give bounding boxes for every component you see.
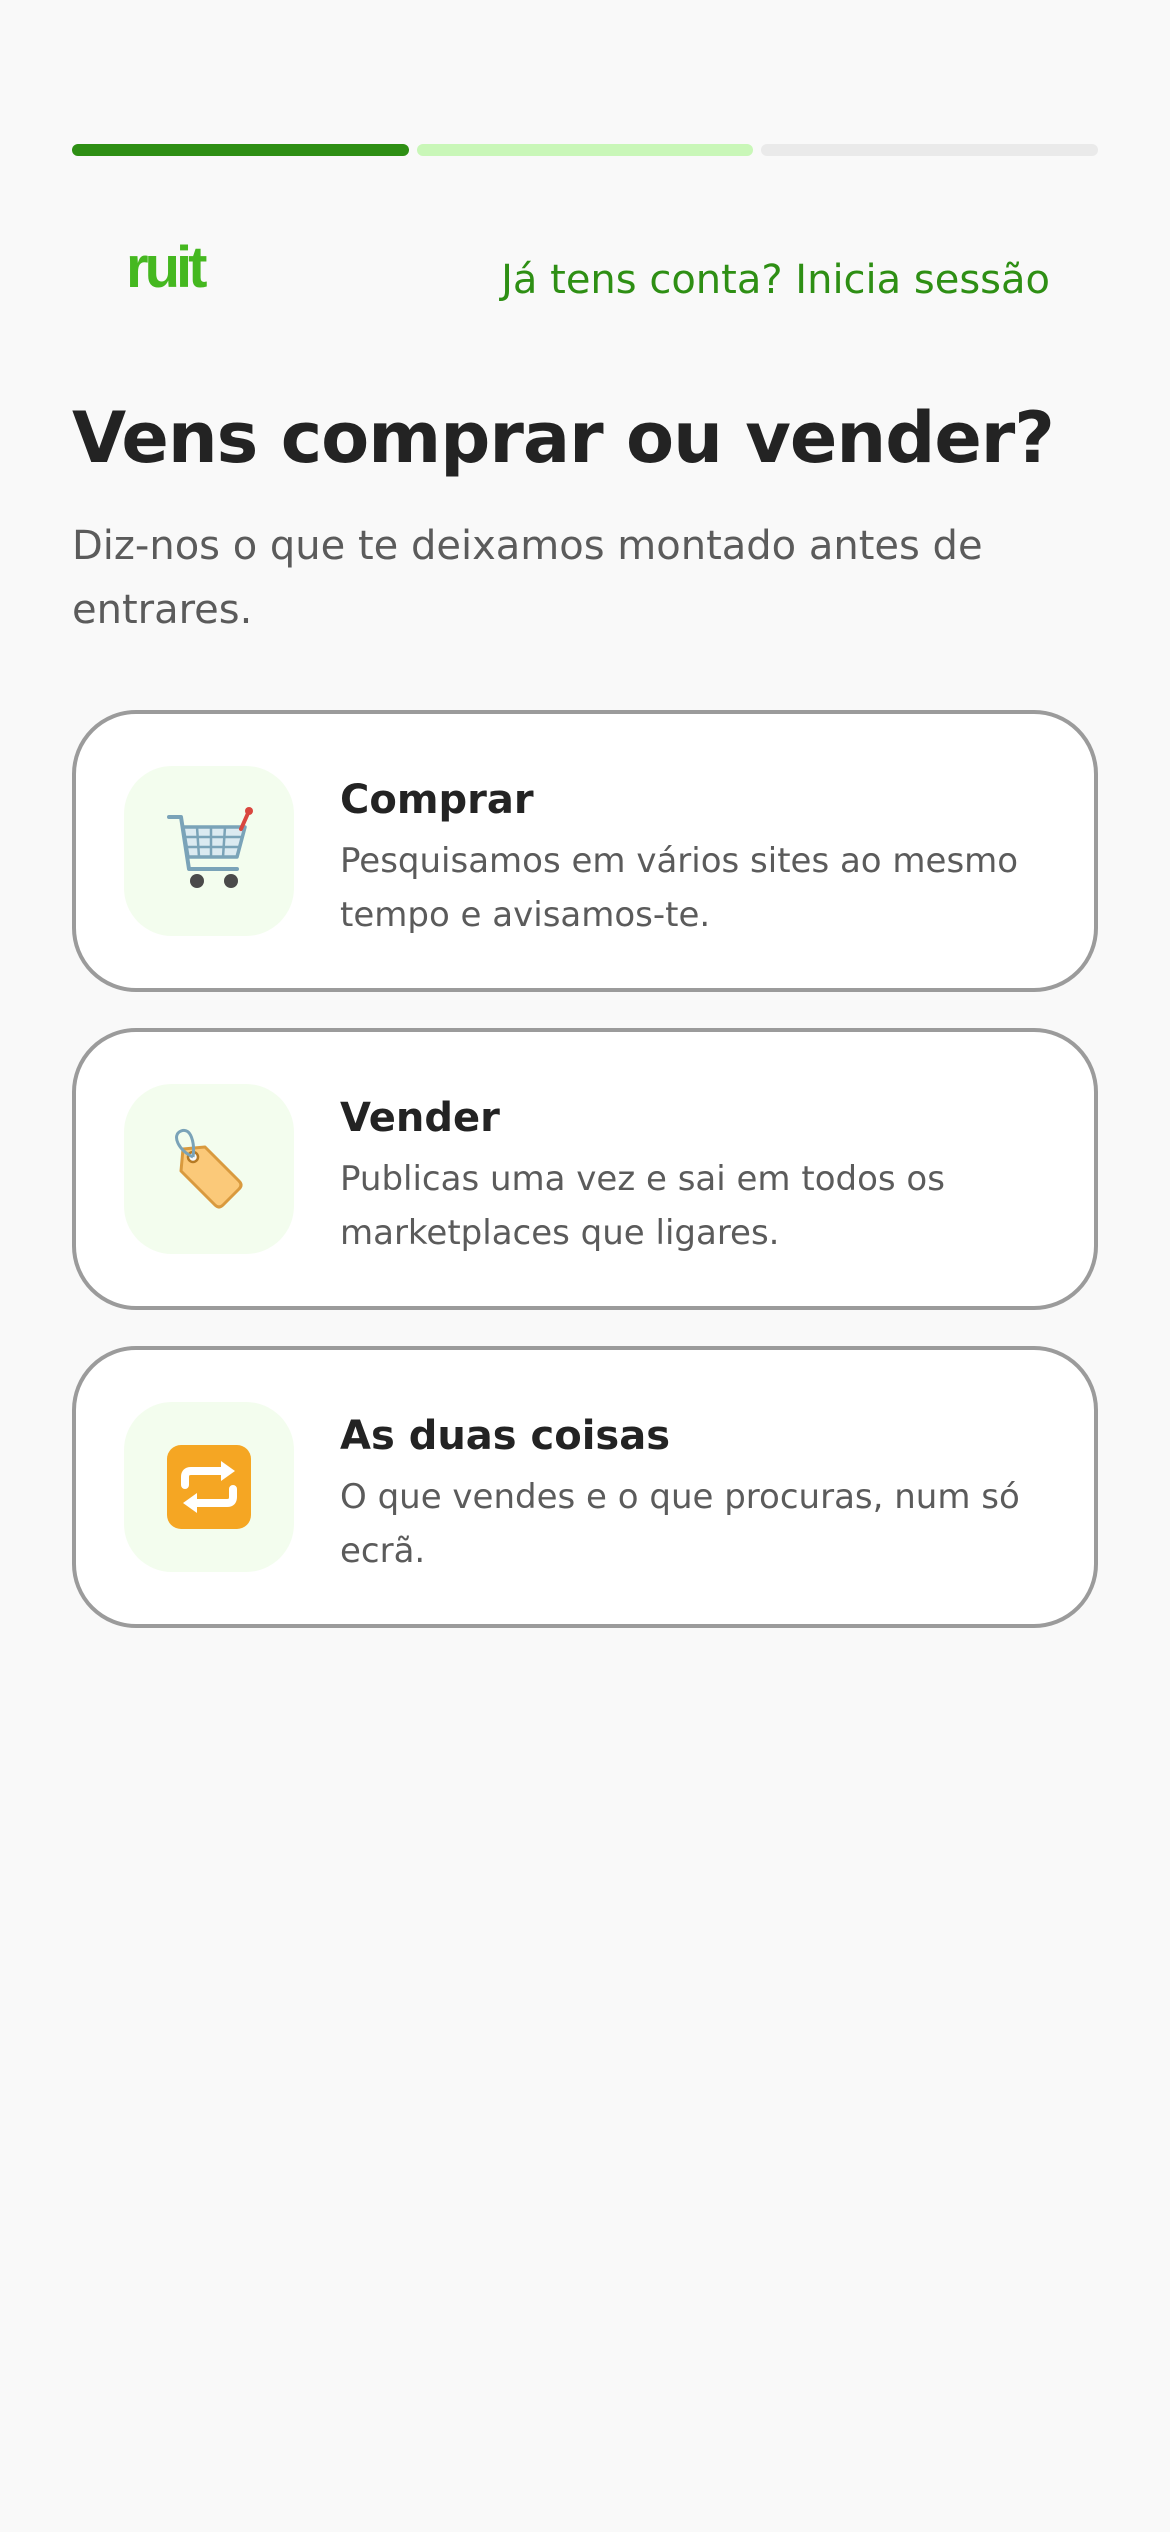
header: ruit Já tens conta? Inicia sessão	[72, 232, 1098, 332]
option-icon-tile	[124, 766, 294, 936]
option-buy-title: Comprar	[340, 777, 534, 823]
price-tag-icon	[175, 1128, 243, 1209]
shopping-cart-icon	[167, 807, 253, 888]
page-subtitle: Diz-nos o que te deixamos montado antes …	[72, 523, 983, 633]
option-buy-description: Pesquisamos em vários sites ao mesmo tem…	[340, 841, 1019, 935]
brand-logo: ruit	[126, 235, 207, 300]
option-sell-card[interactable]: Vender Publicas uma vez e sai em todos o…	[72, 1028, 1098, 1310]
intent-options: Comprar Pesquisamos em vários sites ao m…	[72, 710, 1098, 1664]
page-title: Vens comprar ou vender?	[72, 397, 1055, 479]
onboarding-progress-bar	[72, 144, 1099, 156]
login-link[interactable]: Já tens conta? Inicia sessão	[501, 252, 1050, 308]
progress-step-2-next	[416, 144, 754, 156]
option-icon-tile	[124, 1084, 294, 1254]
option-icon-tile	[124, 1402, 294, 1572]
option-both-description: O que vendes e o que procuras, num só ec…	[340, 1477, 1020, 1571]
progress-step-3-pending	[761, 144, 1099, 156]
option-both-card[interactable]: As duas coisas O que vendes e o que proc…	[72, 1346, 1098, 1628]
option-sell-title: Vender	[340, 1095, 500, 1141]
option-sell-description: Publicas uma vez e sai em todos os marke…	[340, 1159, 945, 1253]
repeat-arrows-icon	[167, 1445, 251, 1529]
progress-step-1-complete	[72, 144, 409, 156]
option-buy-card[interactable]: Comprar Pesquisamos em vários sites ao m…	[72, 710, 1098, 992]
option-both-title: As duas coisas	[340, 1413, 671, 1459]
